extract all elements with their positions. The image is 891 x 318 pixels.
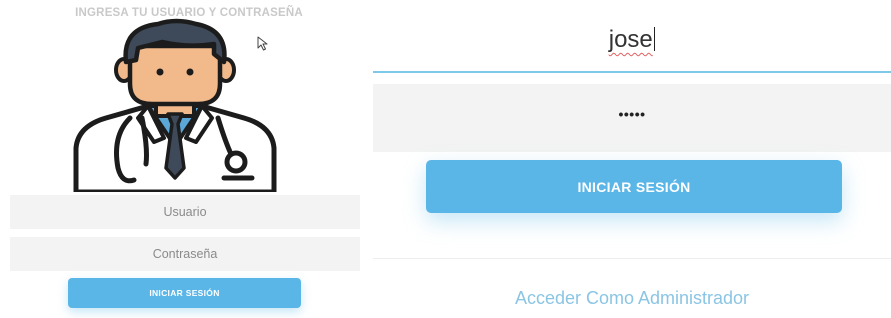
- admin-login-link[interactable]: Acceder Como Administrador: [373, 288, 891, 309]
- left-login-panel: INGRESA TU USUARIO Y CONTRASEÑA INICI: [0, 0, 370, 318]
- password-masked-value: •••••: [618, 106, 646, 122]
- username-field-focused[interactable]: jose: [373, 0, 891, 73]
- right-login-panel-zoomed: jose ••••• INICIAR SESIÓN Acceder Como A…: [373, 0, 891, 318]
- username-input[interactable]: [10, 195, 360, 229]
- mouse-cursor-icon: [257, 36, 268, 51]
- doctor-avatar-icon: [73, 18, 277, 192]
- admin-divider: [373, 258, 891, 259]
- password-input[interactable]: [10, 237, 360, 271]
- login-button[interactable]: INICIAR SESIÓN: [68, 278, 301, 308]
- text-caret: [653, 27, 656, 51]
- username-value: jose: [608, 26, 653, 53]
- password-field-filled[interactable]: •••••: [373, 84, 891, 152]
- login-button-zoomed[interactable]: INICIAR SESIÓN: [426, 160, 842, 213]
